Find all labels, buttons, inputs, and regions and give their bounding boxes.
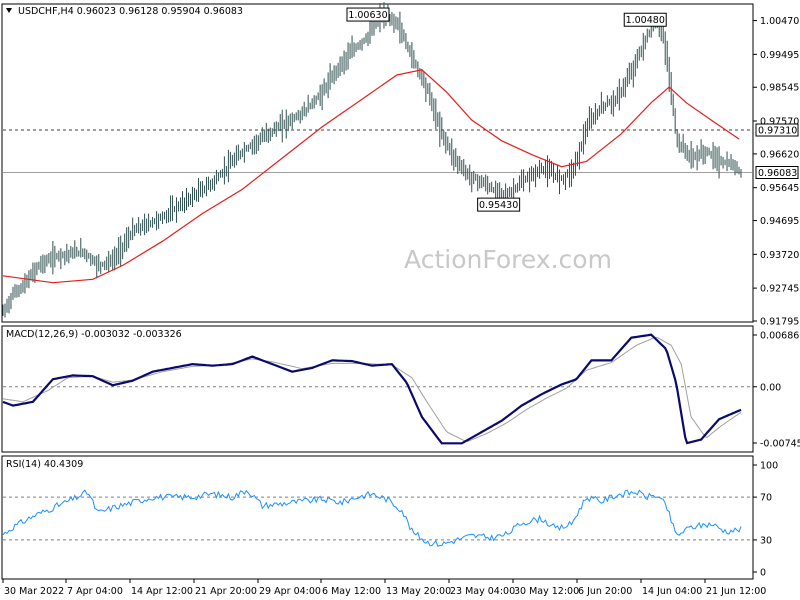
time-tick-label-7: 23 May 04:00 bbox=[450, 586, 515, 597]
usdchf-h4-chart: ActionForex.com 1.00630 0.95430 1.00480 1.… bbox=[0, 0, 800, 600]
price-tick-label-9: 0.91795 bbox=[760, 317, 799, 328]
time-tick-label-1: 7 Apr 04:00 bbox=[67, 586, 123, 597]
time-tick-label-0: 30 Mar 2022 bbox=[4, 586, 64, 597]
price-tag-label-1: 0.96083 bbox=[758, 168, 797, 179]
time-tick-label-2: 14 Apr 12:00 bbox=[131, 586, 193, 597]
annotation-label-0: 1.00630 bbox=[348, 10, 387, 21]
time-tick-label-4: 29 Apr 04:00 bbox=[259, 586, 321, 597]
price-tick-label-8: 0.92745 bbox=[760, 284, 799, 295]
macd-tick-label-0: 0.006861 bbox=[760, 331, 800, 342]
macd-panel-title: MACD(12,26,9) -0.003032 -0.003326 bbox=[6, 329, 182, 340]
annotation-label-1: 0.95430 bbox=[479, 200, 518, 211]
price-tick-label-2: 0.98545 bbox=[760, 83, 799, 94]
watermark: ActionForex.com bbox=[404, 245, 612, 274]
time-tick-label-11: 21 Jun 12:00 bbox=[706, 586, 766, 597]
price-tick-label-5: 0.95645 bbox=[760, 183, 799, 194]
price-tick-label-6: 0.94695 bbox=[760, 216, 799, 227]
time-tick-label-3: 21 Apr 20:00 bbox=[195, 586, 257, 597]
macd-tick-label-1: 0.00 bbox=[760, 382, 781, 393]
price-tick-label-0: 1.00470 bbox=[760, 16, 799, 27]
time-tick-label-6: 13 May 20:00 bbox=[386, 586, 451, 597]
price-tick-label-7: 0.93720 bbox=[760, 250, 799, 261]
time-tick-label-8: 30 May 12:00 bbox=[514, 586, 579, 597]
annotation-label-2: 1.00480 bbox=[626, 15, 665, 26]
rsi-tick-label-2: 30 bbox=[760, 535, 772, 546]
rsi-tick-label-0: 100 bbox=[760, 461, 778, 472]
chart-background bbox=[0, 0, 800, 600]
price-tick-label-4: 0.96620 bbox=[760, 149, 799, 160]
time-tick-label-10: 14 Jun 04:00 bbox=[642, 586, 702, 597]
price-tag-label-0: 0.97310 bbox=[758, 126, 797, 137]
price-panel-title: USDCHF,H4 0.96023 0.96128 0.95904 0.9608… bbox=[18, 6, 243, 17]
macd-tick-label-2: -0.007454 bbox=[760, 439, 800, 450]
rsi-tick-label-1: 70 bbox=[760, 493, 772, 504]
time-tick-label-9: 6 Jun 20:00 bbox=[578, 586, 632, 597]
price-tick-label-1: 0.99495 bbox=[760, 50, 799, 61]
time-tick-label-5: 6 May 12:00 bbox=[322, 586, 381, 597]
rsi-panel-title: RSI(14) 40.4309 bbox=[6, 459, 83, 470]
rsi-tick-label-3: 0 bbox=[760, 568, 766, 579]
